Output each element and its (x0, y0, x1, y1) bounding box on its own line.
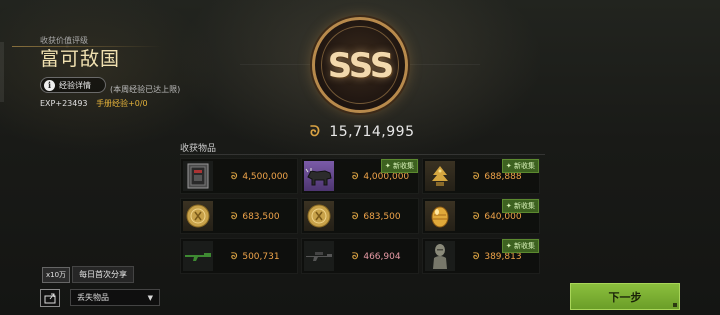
item-value: ᘐ 688,888 (473, 172, 522, 182)
sniper-rifle-icon (304, 241, 334, 271)
item-value: ᘐ 500,731 (231, 252, 280, 262)
golden-egg-icon (425, 201, 455, 231)
daily-share[interactable]: x10万 每日首次分享 (42, 266, 135, 283)
chevron-down-icon: ▼ (147, 293, 153, 302)
new-collection-tag: ✦ 新收集 (501, 239, 539, 253)
handbook-exp: 手册经验+0/0 (96, 99, 148, 108)
loot-item[interactable]: ᘐ 640,000 ✦ 新收集 (422, 198, 540, 234)
loot-item[interactable]: ᘐ 466,904 (301, 238, 419, 274)
lost-items-dropdown[interactable]: 丢失物品 ▼ (70, 289, 160, 306)
total-value: ᘐ 15,714,995 (310, 124, 414, 140)
share-icon (44, 293, 56, 303)
loot-item[interactable]: ᘐ 688,888 ✦ 新收集 (422, 158, 540, 194)
share-label[interactable]: 每日首次分享 (72, 266, 135, 283)
exp-summary: EXP+23493 手册经验+0/0 (40, 98, 148, 109)
new-collection-tag: ✦ 新收集 (501, 159, 539, 173)
exp-value: EXP+23493 (40, 99, 88, 108)
rank-title: 富可敌国 (40, 48, 121, 70)
grade-badge: SSS (312, 17, 408, 113)
loot-item[interactable]: ᘐ 683,500 (301, 198, 419, 234)
gold-coin-icon (304, 201, 334, 231)
next-button[interactable]: 下一步 (570, 283, 680, 310)
info-icon: i (44, 79, 55, 91)
exp-cap-note: (本周经验已达上限) (110, 85, 181, 94)
golden-tree-icon (425, 161, 455, 191)
item-value: ᘐ 4,000,000 (352, 172, 410, 182)
bull-statue-icon (304, 161, 334, 191)
loot-section-divider (180, 154, 545, 155)
share-button[interactable] (40, 289, 60, 307)
button-corner-decoration (673, 303, 677, 307)
exp-details-button[interactable]: i 经验详情 (40, 77, 106, 93)
item-value: ᘐ 683,500 (352, 212, 401, 222)
lost-items-selected: 丢失物品 (77, 293, 109, 302)
loot-item[interactable]: ᘐ 4,500,000 (180, 158, 298, 194)
left-edge-bar (0, 42, 4, 102)
new-collection-tag: ✦ 新收集 (380, 159, 418, 173)
item-value: ᘐ 683,500 (231, 212, 280, 222)
stone-bust-icon (425, 241, 455, 271)
item-value: ᘐ 640,000 (473, 212, 522, 222)
loot-item[interactable]: ᘐ 4,000,000 ✦ 新收集 (301, 158, 419, 194)
total-amount: 15,714,995 (329, 124, 415, 140)
item-value: ᘐ 389,813 (473, 252, 522, 262)
loot-item[interactable]: ᘐ 389,813 ✦ 新收集 (422, 238, 540, 274)
currency-icon: ᘐ (310, 124, 321, 140)
new-collection-tag: ✦ 新收集 (501, 199, 539, 213)
safe-box-icon (183, 161, 213, 191)
loot-section-title: 收获物品 (180, 144, 217, 154)
item-value: ᘐ 466,904 (352, 252, 401, 262)
gold-coin-icon (183, 201, 213, 231)
share-reward-count: x10万 (42, 266, 71, 283)
loot-item[interactable]: ᘐ 500,731 (180, 238, 298, 274)
exp-details-label: 经验详情 (59, 80, 91, 90)
rifle-icon (183, 241, 213, 271)
item-value: ᘐ 4,500,000 (231, 172, 289, 182)
loot-item[interactable]: ᘐ 683,500 (180, 198, 298, 234)
next-button-label: 下一步 (608, 290, 642, 304)
grade-text: SSS (327, 46, 394, 86)
